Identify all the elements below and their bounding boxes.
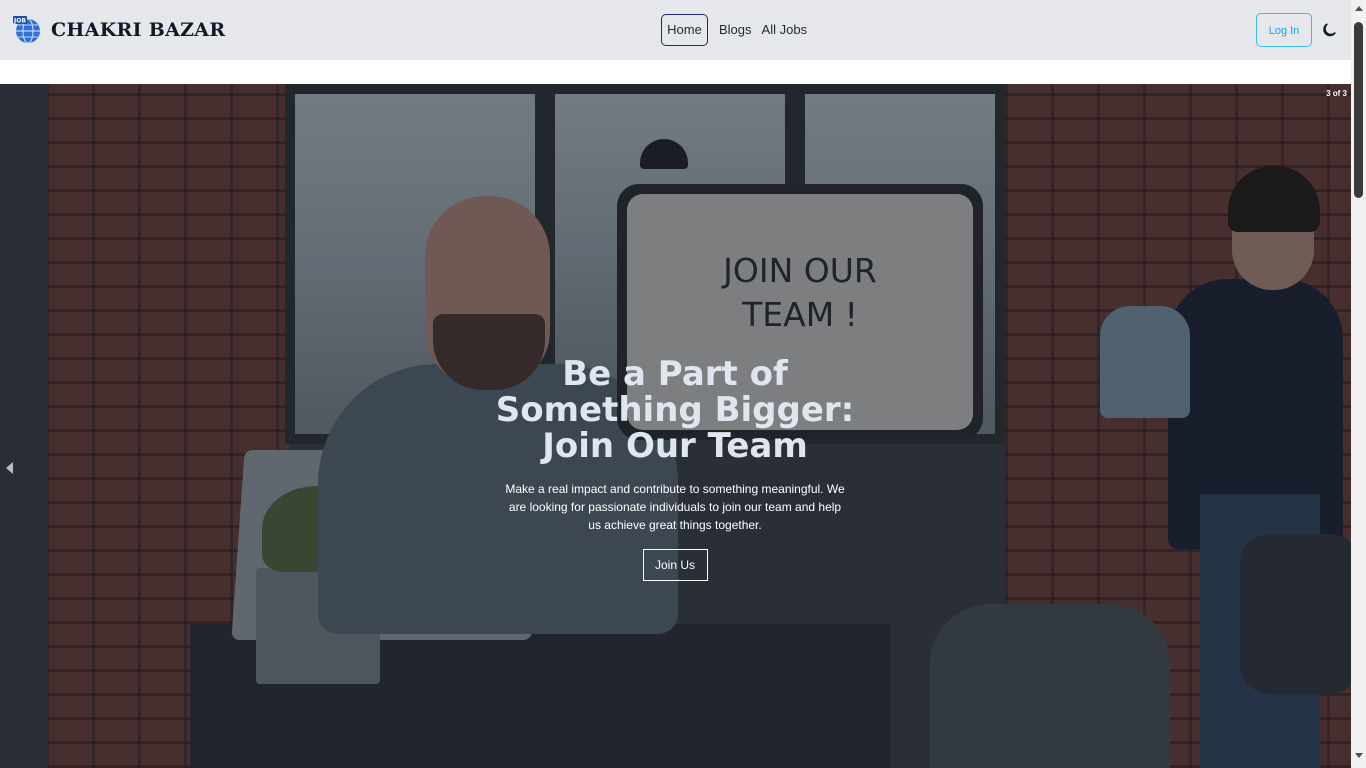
hero-title-line-3: Join Our Team xyxy=(542,426,808,466)
nav-home[interactable]: Home xyxy=(661,14,708,46)
join-us-button[interactable]: Join Us xyxy=(642,549,708,581)
globe-icon: JOB xyxy=(13,16,41,44)
login-button[interactable]: Log In xyxy=(1256,13,1312,47)
scrollbar-thumb[interactable] xyxy=(1354,22,1363,198)
nav-blogs[interactable]: Blogs xyxy=(712,14,755,46)
scroll-up-arrow-icon[interactable] xyxy=(1355,6,1363,11)
moon-icon[interactable] xyxy=(1320,20,1340,40)
main-nav: Home Blogs All Jobs xyxy=(661,14,810,46)
scroll-down-arrow-icon[interactable] xyxy=(1355,753,1363,758)
brand-name: CHAKRI BAZAR xyxy=(51,19,226,41)
slide-counter: 3 of 3 xyxy=(1326,89,1347,98)
page-scrollbar[interactable] xyxy=(1351,0,1366,768)
hero-title-line-2: Something Bigger: xyxy=(495,390,855,430)
logo-badge: JOB xyxy=(13,18,26,25)
nav-all-jobs[interactable]: All Jobs xyxy=(755,14,811,46)
hero-description: Make a real impact and contribute to som… xyxy=(505,482,845,532)
hero-title: Be a Part of Something Bigger: Join Our … xyxy=(475,356,875,464)
navbar: JOB CHAKRI BAZAR Home Blogs All Jobs Log… xyxy=(0,0,1351,60)
hero-content: Be a Part of Something Bigger: Join Our … xyxy=(475,356,875,581)
hero-title-line-1: Be a Part of xyxy=(562,354,788,394)
brand[interactable]: JOB CHAKRI BAZAR xyxy=(13,16,225,44)
chevron-left-icon[interactable] xyxy=(6,462,13,474)
hero-carousel: JOIN OUR TEAM ! 3 of 3 Be a Part of Some… xyxy=(0,84,1351,768)
